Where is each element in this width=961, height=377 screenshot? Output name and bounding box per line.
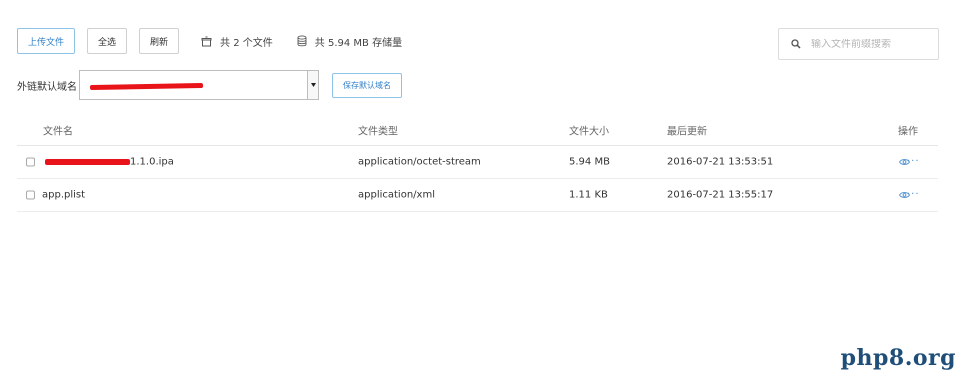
- save-default-domain-button[interactable]: 保存默认域名: [332, 72, 402, 98]
- redaction-mark: [89, 83, 204, 90]
- file-count-text: 共 2 个文件: [220, 37, 273, 49]
- default-domain-row: 外链默认域名 保存默认域名: [17, 70, 402, 100]
- file-table: 文件名 文件类型 文件大小 最后更新 操作 1.1.0.ipa applicat…: [17, 115, 938, 212]
- header-file-type[interactable]: 文件类型: [358, 123, 398, 138]
- header-actions: 操作: [898, 126, 918, 138]
- toolbar: 上传文件 全选 刷新 共 2 个文件 共 5.94 MB 存储量: [17, 28, 402, 54]
- database-icon: [297, 35, 307, 47]
- upload-file-button[interactable]: 上传文件: [17, 28, 76, 54]
- table-row[interactable]: app.plist application/xml 1.11 KB 2016-0…: [17, 179, 938, 212]
- storage-text: 共 5.94 MB 存储量: [314, 37, 403, 49]
- header-file-size[interactable]: 文件大小: [569, 123, 609, 138]
- redaction-mark: [45, 159, 130, 165]
- file-updated: 2016-07-21 13:53:51: [667, 156, 774, 168]
- row-checkbox[interactable]: [26, 157, 35, 167]
- site-watermark: php8.org: [840, 345, 956, 371]
- search-box[interactable]: [778, 28, 939, 60]
- row-actions: ···: [899, 190, 919, 200]
- file-name[interactable]: app.plist: [42, 190, 85, 201]
- more-icon[interactable]: ···: [907, 190, 920, 200]
- file-size: 5.94 MB: [569, 156, 610, 168]
- file-type: application/xml: [358, 189, 435, 201]
- file-name[interactable]: 1.1.0.ipa: [130, 157, 174, 168]
- default-domain-select[interactable]: [79, 70, 319, 100]
- box-icon: [201, 36, 212, 46]
- select-all-button[interactable]: 全选: [87, 28, 128, 54]
- header-last-updated[interactable]: 最后更新: [667, 123, 707, 138]
- search-icon: [791, 39, 801, 49]
- header-file-name[interactable]: 文件名: [43, 123, 73, 138]
- search-input[interactable]: [811, 38, 921, 50]
- table-row[interactable]: 1.1.0.ipa application/octet-stream 5.94 …: [17, 146, 938, 179]
- storage-usage: 共 5.94 MB 存储量: [297, 34, 402, 49]
- file-size: 1.11 KB: [569, 189, 608, 201]
- file-type: application/octet-stream: [358, 156, 481, 168]
- table-header: 文件名 文件类型 文件大小 最后更新 操作: [17, 115, 938, 146]
- file-updated: 2016-07-21 13:55:17: [667, 189, 774, 201]
- default-domain-label: 外链默认域名: [17, 81, 77, 93]
- caret-down-icon[interactable]: [307, 71, 318, 99]
- more-icon[interactable]: ···: [907, 157, 920, 167]
- row-actions: ···: [899, 157, 919, 167]
- row-checkbox[interactable]: [26, 190, 35, 200]
- file-count: 共 2 个文件: [201, 34, 273, 49]
- refresh-button[interactable]: 刷新: [139, 28, 180, 54]
